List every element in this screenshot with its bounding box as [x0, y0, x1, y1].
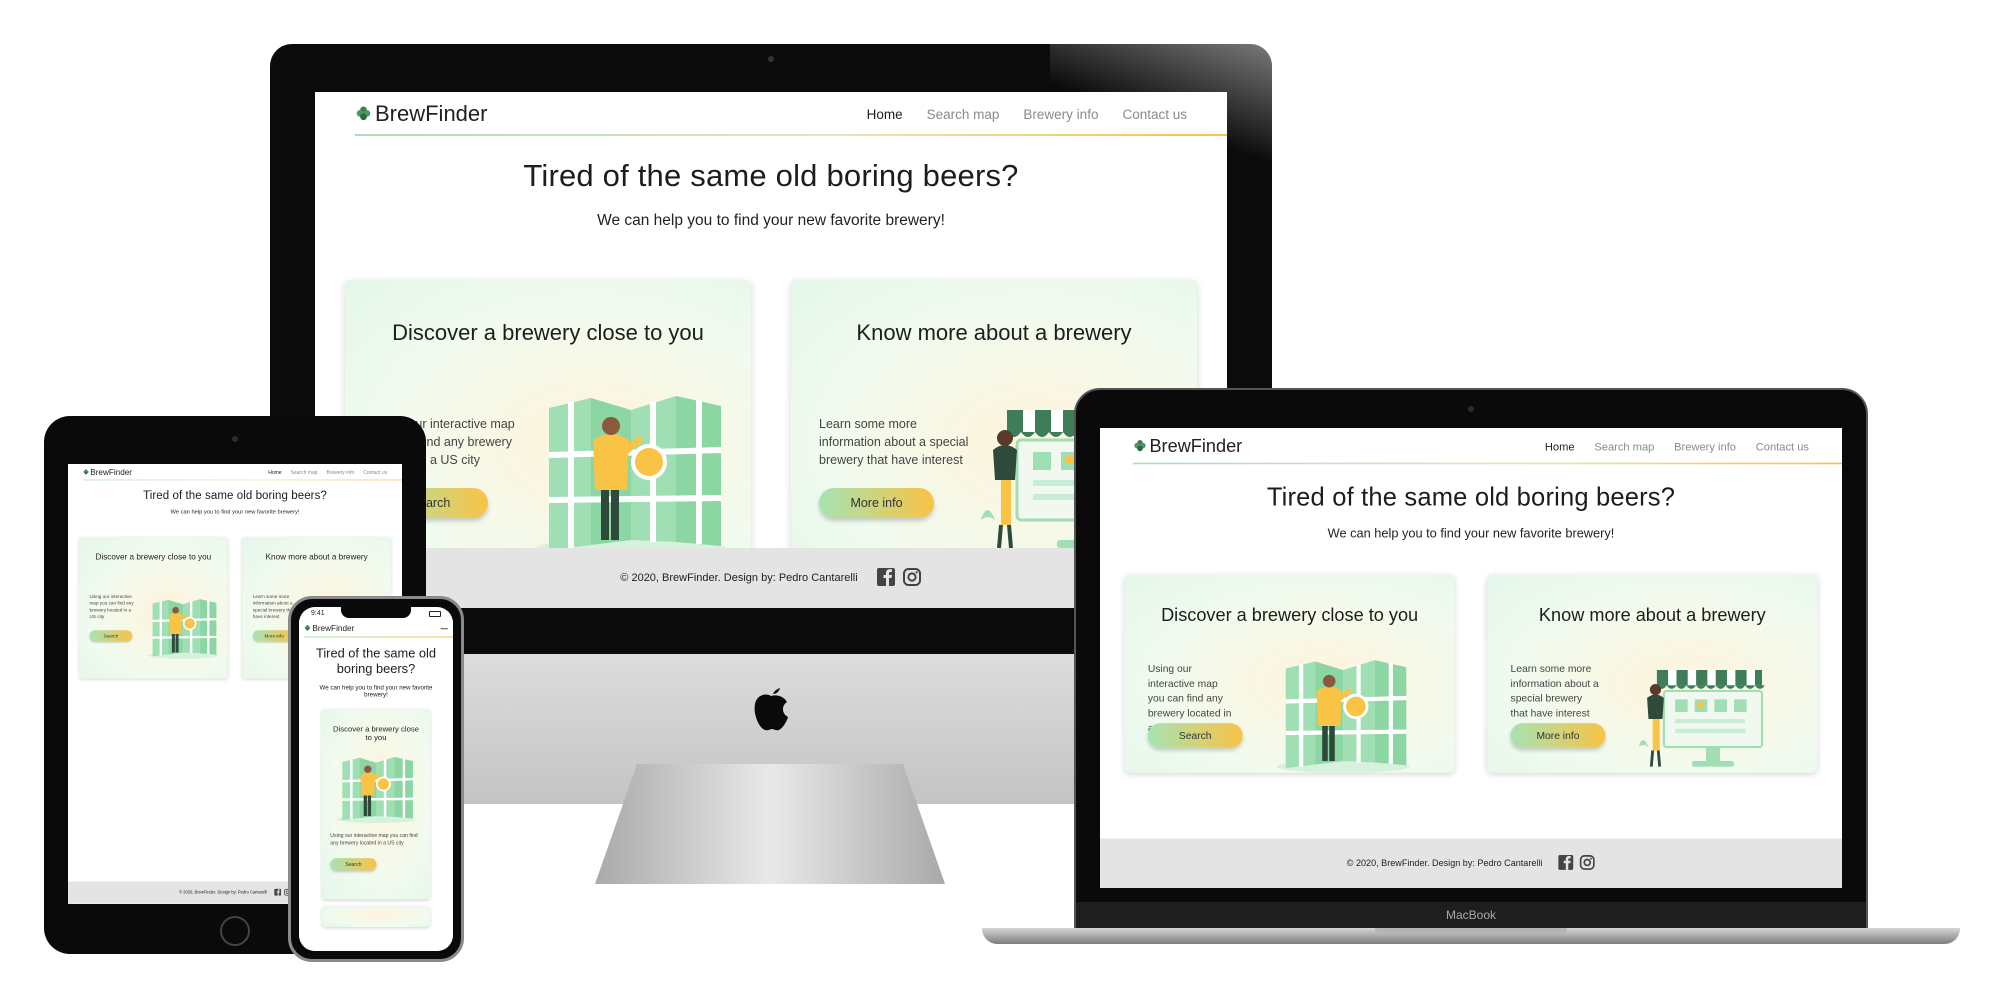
card-title: Know more about a brewery — [265, 552, 368, 562]
nav-home[interactable]: Home — [1545, 440, 1575, 452]
logo-text: BrewFinder — [90, 467, 133, 477]
footer: © 2020, BrewFinder. Design by: Pedro Can… — [1100, 838, 1842, 888]
card-title: Know more about a brewery — [1538, 604, 1766, 626]
macbook-screen: BrewFinder Home Search map Brewery info … — [1100, 428, 1842, 888]
card-text: Using our interactive map you can find a… — [89, 593, 134, 620]
card-text: Using our interactive map you can find a… — [330, 833, 418, 846]
iphone-screen: 9:41 BrewFinder Tired of the same old bo… — [299, 607, 453, 951]
nav-brewery-info[interactable]: Brewery info — [1674, 440, 1736, 452]
hero-subtitle: We can help you to find your new favorit… — [170, 508, 300, 515]
navbar: BrewFinder — [299, 620, 453, 638]
facebook-icon[interactable] — [1557, 854, 1573, 873]
website-laptop: BrewFinder Home Search map Brewery info … — [1100, 428, 1842, 888]
logo[interactable]: BrewFinder — [1133, 435, 1242, 456]
apple-logo-icon — [747, 676, 795, 734]
hop-icon — [304, 624, 311, 633]
footer-text: © 2020, BrewFinder. Design by: Pedro Can… — [1346, 858, 1543, 869]
logo-text: BrewFinder — [375, 101, 488, 126]
logo[interactable]: BrewFinder — [355, 101, 487, 127]
nav-brewery-info[interactable]: Brewery info — [1023, 107, 1098, 122]
facebook-icon[interactable] — [876, 567, 896, 590]
card-know-more: Know more about a brewery Learn some mor… — [1487, 574, 1818, 773]
footer-text: © 2020, BrewFinder. Design by: Pedro Can… — [179, 890, 268, 895]
hero-subtitle: We can help you to find your new favorit… — [319, 683, 433, 699]
nav-home[interactable]: Home — [268, 469, 281, 475]
logo[interactable]: BrewFinder — [83, 467, 132, 477]
card-title: Discover a brewery close to you — [1161, 604, 1419, 626]
card-title: Discover a brewery close to you — [332, 724, 419, 743]
instagram-icon[interactable] — [902, 567, 922, 590]
logo[interactable]: BrewFinder — [304, 624, 354, 633]
footer-text: © 2020, BrewFinder. Design by: Pedro Can… — [620, 572, 858, 584]
website-mobile: BrewFinder Tired of the same old boring … — [299, 620, 453, 951]
navbar: BrewFinder Home Search map Brewery info … — [1100, 428, 1842, 465]
macbook-brand-label: MacBook — [1445, 908, 1497, 922]
nav-contact-us[interactable]: Contact us — [363, 469, 387, 475]
hero-title: Tired of the same old boring beers? — [523, 158, 1019, 193]
logo-text: BrewFinder — [1149, 435, 1243, 457]
card-title: Discover a brewery close to you — [392, 320, 704, 345]
hero-title: Tired of the same old boring beers? — [143, 488, 327, 502]
nav-search-map[interactable]: Search map — [1594, 440, 1654, 452]
facebook-icon[interactable] — [274, 888, 281, 897]
nav-search-map[interactable]: Search map — [291, 469, 318, 475]
card-discover: Discover a brewery close to you Using ou… — [1124, 574, 1455, 773]
card-title: Know more about a brewery — [856, 320, 1132, 345]
hero-title: Tired of the same old boring beers? — [1266, 482, 1676, 512]
hero-subtitle: We can help you to find your new favorit… — [1327, 526, 1615, 541]
card-text: Learn some more information about a spec… — [819, 417, 969, 467]
more-info-button[interactable]: More info — [1510, 723, 1606, 748]
imac-camera — [768, 56, 774, 62]
card-discover: Discover a brewery close to you Using ou… — [79, 537, 228, 679]
map-illustration-icon — [146, 593, 220, 660]
social-links — [1557, 854, 1595, 873]
ipad-camera — [232, 436, 238, 442]
nav-contact-us[interactable]: Contact us — [1122, 107, 1187, 122]
nav-search-map[interactable]: Search map — [927, 107, 1000, 122]
nav-links: Home Search map Brewery info Contact us — [268, 469, 387, 475]
storefront-illustration-icon — [1636, 649, 1801, 773]
map-illustration-icon — [335, 750, 417, 826]
card-know-more-partial — [322, 906, 430, 927]
search-button[interactable]: Search — [330, 858, 377, 871]
navbar: BrewFinder Home Search map Brewery info … — [315, 92, 1227, 136]
ipad-home-button[interactable] — [220, 916, 250, 946]
nav-brewery-info[interactable]: Brewery info — [326, 469, 354, 475]
macbook-camera — [1468, 406, 1474, 412]
navbar: BrewFinder Home Search map Brewery info … — [68, 464, 402, 481]
nav-links: Home Search map Brewery info Contact us — [867, 107, 1187, 122]
macbook-brand-strip: MacBook — [1076, 902, 1866, 928]
imac-stand — [595, 764, 945, 884]
menu-icon[interactable] — [440, 628, 448, 630]
hero-subtitle: We can help you to find your new favorit… — [597, 212, 945, 229]
macbook-device: MacBook BrewFinder Home Search map Brewe… — [982, 388, 1960, 948]
more-info-button[interactable]: More info — [819, 488, 934, 518]
status-time: 9:41 — [311, 610, 325, 617]
search-button[interactable]: Search — [1147, 723, 1243, 748]
hop-icon — [83, 467, 89, 477]
hop-icon — [1133, 435, 1147, 456]
iphone-device: 9:41 BrewFinder Tired of the same old bo… — [288, 596, 464, 962]
macbook-notch — [1375, 928, 1567, 934]
instagram-icon[interactable] — [1579, 854, 1595, 873]
card-discover: Discover a brewery close to you Using ou… — [322, 709, 430, 900]
hop-icon — [355, 101, 372, 127]
card-title: Discover a brewery close to you — [95, 552, 212, 562]
feature-cards: Discover a brewery close to you Using ou… — [1100, 574, 1842, 773]
nav-contact-us[interactable]: Contact us — [1756, 440, 1809, 452]
map-illustration-icon — [531, 380, 731, 560]
search-button[interactable]: Search — [89, 630, 133, 642]
nav-home[interactable]: Home — [867, 107, 903, 122]
logo-text: BrewFinder — [312, 624, 355, 633]
social-links — [876, 567, 922, 590]
nav-links: Home Search map Brewery info Contact us — [1545, 440, 1809, 452]
card-text: Learn some more information about a spec… — [1510, 662, 1599, 720]
map-illustration-icon — [1273, 649, 1438, 773]
iphone-notch — [341, 607, 411, 618]
hero-title: Tired of the same old boring beers? — [315, 646, 437, 676]
battery-icon — [429, 610, 441, 617]
